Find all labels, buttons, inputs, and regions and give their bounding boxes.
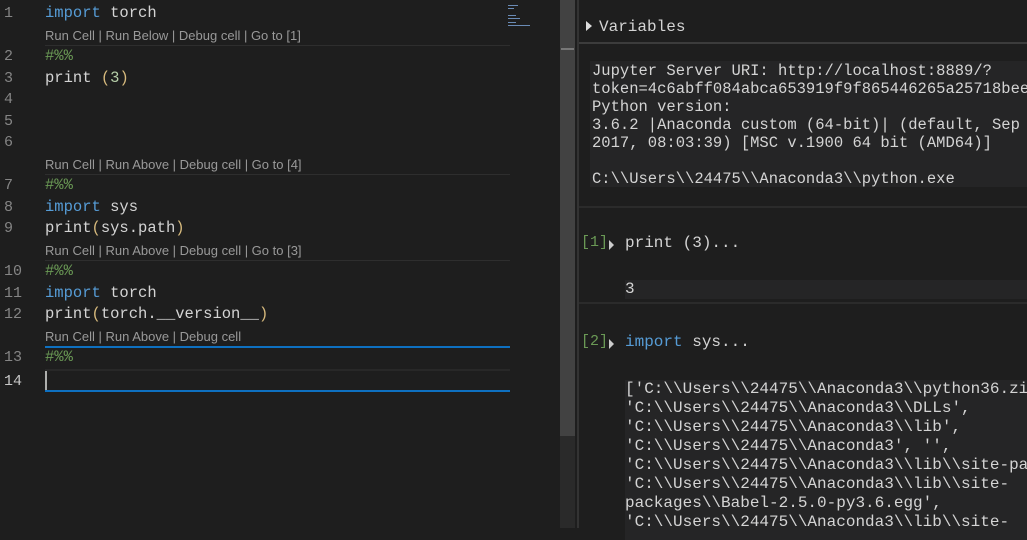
line-number: 9 — [4, 220, 14, 237]
cell-1-output: 3 — [625, 280, 1027, 299]
code-text[interactable]: import torch — [45, 283, 157, 305]
collapse-triangle-icon[interactable] — [609, 339, 614, 349]
scrollbar-thumb[interactable] — [560, 0, 575, 436]
code-line: 8 import sys — [0, 197, 510, 219]
code-line: 1 import torch — [0, 3, 510, 25]
scrollbar-cursor-marker — [561, 48, 574, 50]
expand-triangle-icon[interactable] — [586, 21, 592, 31]
line-number: 4 — [4, 91, 14, 108]
code-text[interactable]: print(sys.path) — [45, 218, 185, 240]
cell-source: import sys... — [625, 333, 750, 351]
variables-label: Variables — [599, 18, 686, 36]
codelens: Run Cell | Run Above | Debug cell | Go t… — [0, 154, 510, 176]
line-number: 12 — [4, 306, 23, 323]
code-text[interactable]: print(torch.__version__) — [45, 304, 268, 326]
codelens-actions[interactable]: Run Cell | Run Above | Debug cell | Go t… — [45, 154, 302, 176]
code-text[interactable]: #%% — [45, 46, 73, 68]
line-number: 13 — [4, 349, 23, 366]
info-line: 3.6.2 |Anaconda custom (64-bit)| (defaul… — [592, 116, 1020, 134]
info-line: Jupyter Server URI: http://localhost:888… — [592, 62, 992, 80]
text-cursor — [45, 370, 47, 390]
codelens-actions[interactable]: Run Cell | Run Below | Debug cell | Go t… — [45, 25, 301, 47]
line-number: 1 — [4, 5, 14, 22]
divider — [579, 206, 1027, 208]
interactive-window: Variables Jupyter Server URI: http://loc… — [577, 0, 1027, 540]
info-line: 2017, 08:03:39) [MSC v.1900 64 bit (AMD6… — [592, 134, 992, 152]
code-line: 12 print(torch.__version__) — [0, 304, 510, 326]
code-line: 10 #%% — [0, 261, 510, 283]
info-line — [592, 152, 1027, 170]
code-text[interactable]: print (3) — [45, 68, 129, 90]
codelens: Run Cell | Run Above | Debug cell — [0, 326, 510, 348]
minimap[interactable] — [508, 5, 538, 35]
code-line: 9 print(sys.path) — [0, 218, 510, 240]
code-text[interactable]: import torch — [45, 3, 157, 25]
codelens-actions[interactable]: Run Cell | Run Above | Debug cell | Go t… — [45, 240, 302, 262]
code-text[interactable]: #%% — [45, 347, 73, 369]
codelens-actions[interactable]: Run Cell | Run Above | Debug cell — [45, 326, 241, 348]
divider — [579, 302, 1027, 304]
code-line: 3 print (3) — [0, 68, 510, 90]
line-number: 2 — [4, 48, 14, 65]
code-line: 14 — [4, 368, 510, 392]
line-number: 3 — [4, 69, 14, 87]
collapse-triangle-icon[interactable] — [609, 240, 614, 250]
code-line: 4 — [0, 89, 510, 111]
code-text[interactable]: #%% — [45, 261, 73, 283]
variables-header[interactable]: Variables — [579, 0, 1027, 44]
code-text[interactable]: #%% — [45, 175, 73, 197]
info-line: C:\\Users\\24475\\Anaconda3\\python.exe — [592, 170, 955, 187]
code-line: 2 #%% — [0, 46, 510, 68]
codelens: Run Cell | Run Below | Debug cell | Go t… — [0, 25, 510, 47]
line-number: 11 — [4, 284, 23, 302]
code-line: 11 import torch — [0, 283, 510, 305]
line-number: 5 — [4, 112, 14, 130]
code-line: 5 — [0, 111, 510, 133]
line-number: 7 — [4, 177, 14, 194]
execution-count: [2] — [581, 333, 609, 350]
line-number: 6 — [4, 134, 14, 151]
code-line: 6 — [0, 132, 510, 154]
info-line: token=4c6abff084abca653919f9f865446265a2… — [592, 80, 1027, 98]
server-info: Jupyter Server URI: http://localhost:888… — [590, 61, 1027, 187]
info-line: Python version: — [592, 98, 732, 116]
execution-count: [1] — [581, 234, 609, 251]
line-number: 10 — [4, 263, 23, 280]
code-line: 13 #%% — [0, 347, 510, 369]
code-line: 7 #%% — [0, 175, 510, 197]
code-text[interactable]: import sys — [45, 197, 138, 219]
line-number: 8 — [4, 198, 14, 216]
codelens: Run Cell | Run Above | Debug cell | Go t… — [0, 240, 510, 262]
line-number: 14 — [4, 372, 23, 390]
cell-separator — [45, 389, 510, 392]
cell-source: print (3)... — [625, 234, 741, 252]
code-editor[interactable]: 1 import torch Run Cell | Run Below | Debu… — [0, 0, 560, 528]
editor-scrollbar[interactable] — [560, 0, 575, 528]
cell-2-output: ['C:\\Users\\24475\\Anaconda3\\python36.… — [625, 380, 1027, 540]
